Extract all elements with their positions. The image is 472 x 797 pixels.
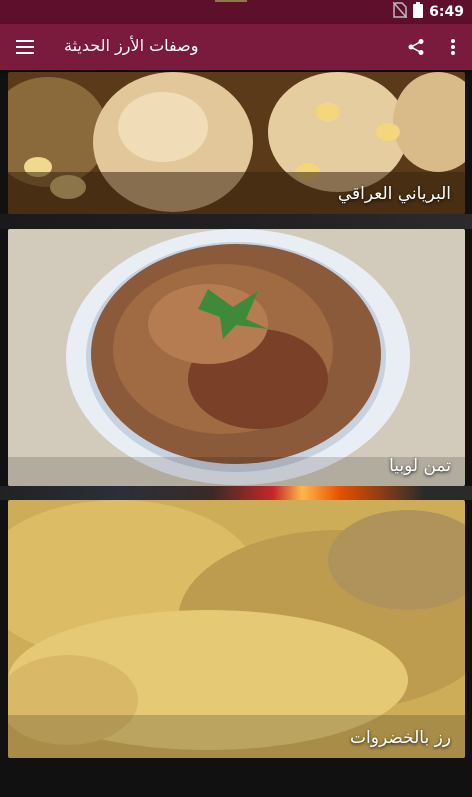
battery-icon <box>413 2 424 22</box>
recipe-photo <box>8 229 465 486</box>
image-divider <box>0 486 472 500</box>
menu-button[interactable] <box>14 36 36 58</box>
recipe-title: البرياني العراقي <box>337 184 451 204</box>
recipe-card[interactable]: رز بالخضروات <box>8 500 465 758</box>
overflow-menu-button[interactable] <box>444 35 462 59</box>
recipe-card[interactable]: البرياني العراقي <box>8 72 465 214</box>
clock: 6:49 <box>429 4 464 20</box>
hamburger-icon <box>16 40 34 54</box>
more-vert-icon <box>451 39 455 55</box>
app-title: وصفات الأرز الحديثة <box>64 36 199 55</box>
share-button[interactable] <box>404 35 428 59</box>
no-sim-icon <box>392 1 408 22</box>
recipe-card[interactable]: تمن لوبيا <box>8 229 465 486</box>
recipe-photo <box>8 500 465 758</box>
status-bar: 6:49 <box>0 0 472 24</box>
app-bar: وصفات الأرز الحديثة <box>0 24 472 70</box>
recipe-title: رز بالخضروات <box>350 728 451 748</box>
status-accent-line <box>215 0 247 2</box>
share-icon <box>408 39 424 55</box>
recipe-title: تمن لوبيا <box>389 456 451 476</box>
image-divider <box>0 214 472 229</box>
status-icons: 6:49 <box>392 1 464 22</box>
